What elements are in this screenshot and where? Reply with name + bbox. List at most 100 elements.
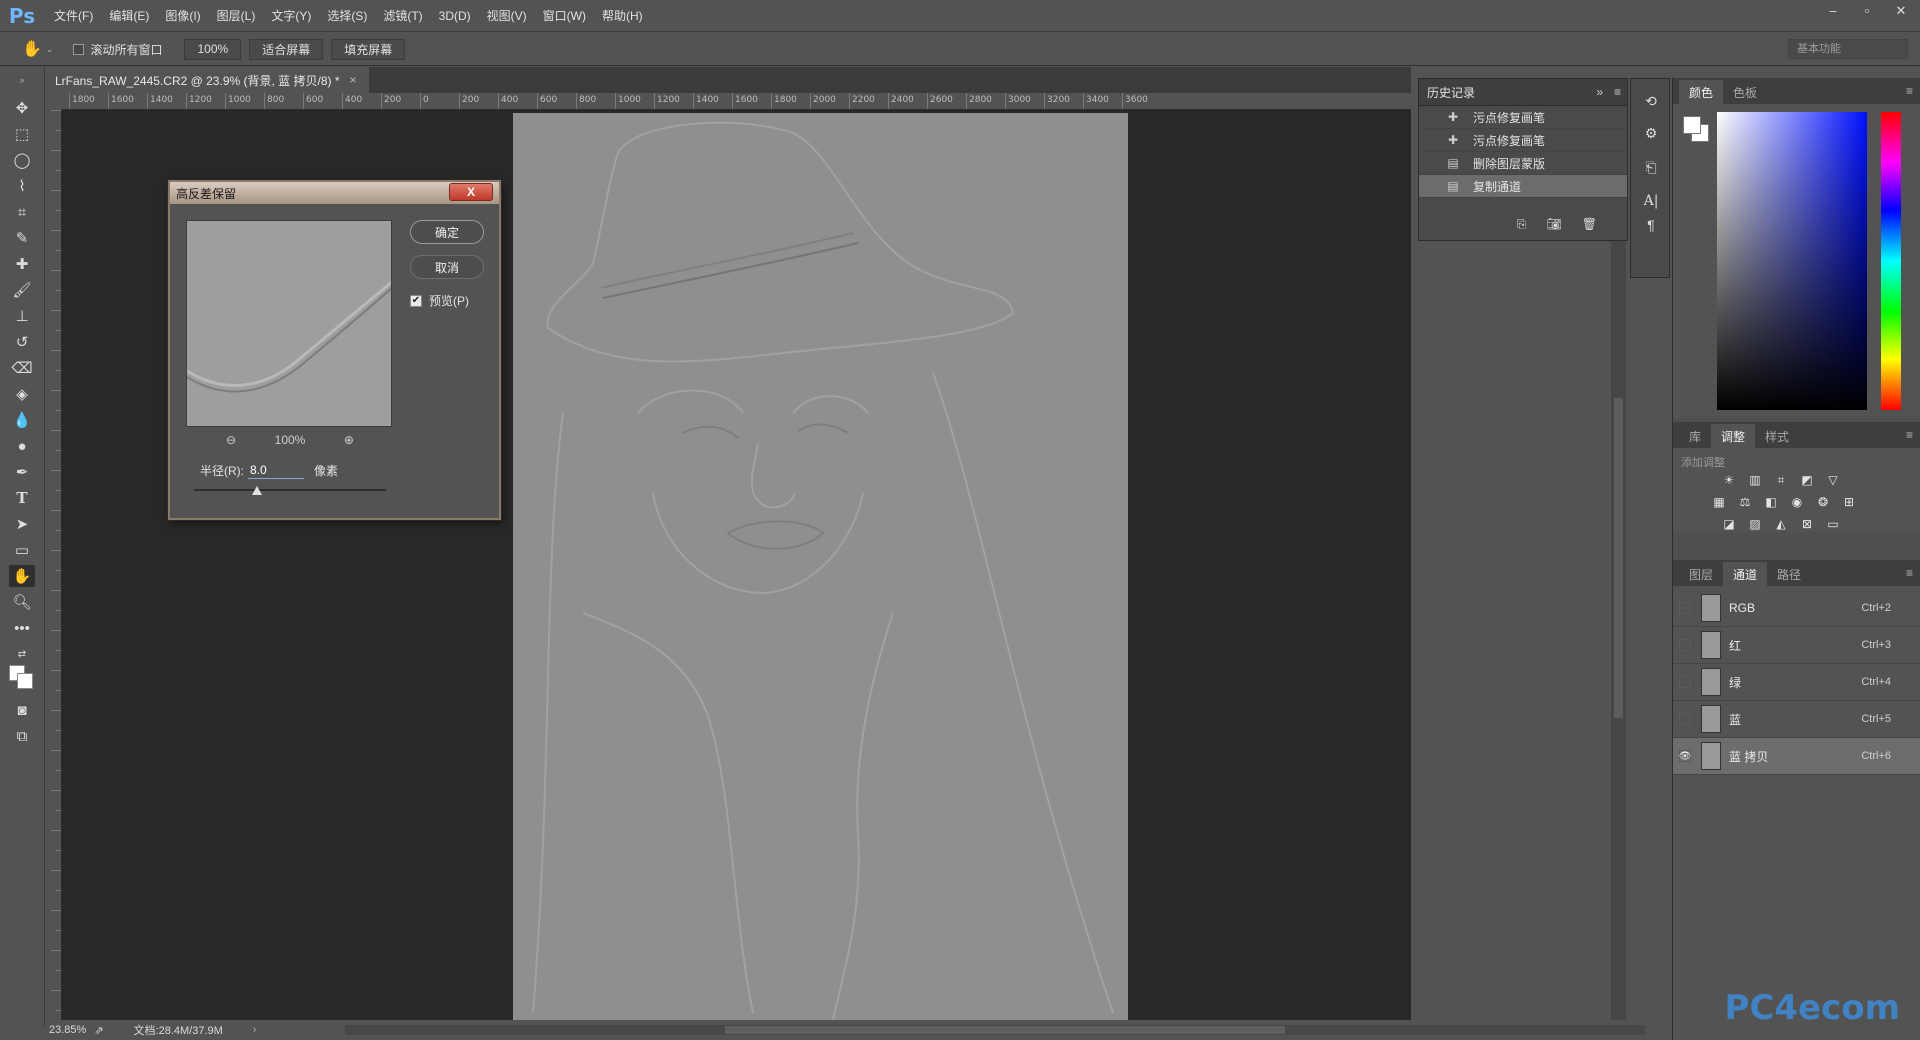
history-item[interactable]: ✚ 污点修复画笔 <box>1419 106 1627 129</box>
tab-paths[interactable]: 路径 <box>1767 562 1811 586</box>
dialog-close-button[interactable]: X <box>449 183 493 201</box>
filter-preview[interactable] <box>186 220 392 427</box>
menu-file[interactable]: 文件(F) <box>54 7 93 24</box>
delete-state-icon[interactable]: 🗑︎ <box>1582 217 1597 232</box>
close-tab-icon[interactable]: × <box>350 73 357 87</box>
stamp-tool-icon[interactable]: ⊥ <box>9 305 35 327</box>
tab-channels[interactable]: 通道 <box>1723 562 1768 586</box>
history-title[interactable]: 历史记录 <box>1427 84 1475 101</box>
history-item[interactable]: ▤ 复制通道 <box>1419 175 1627 198</box>
blur-tool-icon[interactable]: 💧 <box>9 409 35 431</box>
black-white-icon[interactable]: ◧ <box>1763 494 1779 510</box>
document-tab[interactable]: LrFans_RAW_2445.CR2 @ 23.9% (背景, 蓝 拷贝/8)… <box>45 67 369 93</box>
minimize-icon[interactable]: – <box>1822 3 1844 19</box>
menu-image[interactable]: 图像(I) <box>165 7 200 24</box>
status-arrow-icon[interactable]: › <box>253 1024 257 1036</box>
photo-filter-icon[interactable]: ◉ <box>1789 494 1805 510</box>
tab-adjustments[interactable]: 调整 <box>1711 424 1756 448</box>
menu-3d[interactable]: 3D(D) <box>439 9 471 23</box>
cancel-button[interactable]: 取消 <box>410 255 484 279</box>
zoom-level[interactable]: 23.85% <box>49 1024 86 1036</box>
radius-input[interactable] <box>248 462 304 479</box>
scroll-all-windows-option[interactable]: 滚动所有窗口 <box>73 41 162 58</box>
brightness-icon[interactable]: ☀ <box>1721 472 1737 488</box>
new-document-from-state-icon[interactable]: ⎘ <box>1517 217 1527 232</box>
threshold-icon[interactable]: ◭ <box>1773 516 1789 532</box>
posterize-icon[interactable]: ▨ <box>1747 516 1763 532</box>
pen-tool-icon[interactable]: ✒ <box>9 461 35 483</box>
vertical-scroll-thumb[interactable] <box>1614 398 1623 718</box>
rectangle-tool-icon[interactable]: ▭ <box>9 539 35 561</box>
visibility-eye-icon[interactable] <box>1679 676 1691 688</box>
snapshot-icon[interactable]: 📷︎ <box>1547 217 1562 232</box>
paragraph-panel-icon[interactable]: ¶ <box>1641 215 1661 235</box>
history-panel-icon[interactable]: ⟲ <box>1641 91 1661 111</box>
vibrance-icon[interactable]: ▽ <box>1825 472 1841 488</box>
character-panel-icon[interactable]: A| <box>1641 191 1661 211</box>
workspace-select[interactable]: 基本功能 <box>1788 39 1908 59</box>
paint-bucket-tool-icon[interactable]: ◈ <box>9 383 35 405</box>
background-color-swatch[interactable] <box>17 673 33 689</box>
menu-view[interactable]: 视图(V) <box>487 7 527 24</box>
scroll-all-checkbox[interactable] <box>73 43 85 55</box>
history-menu-icon[interactable]: ≡ <box>1614 85 1621 99</box>
restore-icon[interactable]: ▫ <box>1856 3 1878 19</box>
preview-checkbox[interactable]: ✔ <box>410 294 422 307</box>
path-select-tool-icon[interactable]: ➤ <box>9 513 35 535</box>
tab-swatches[interactable]: 色板 <box>1723 80 1767 104</box>
color-balance-icon[interactable]: ⚖ <box>1737 494 1753 510</box>
healing-brush-tool-icon[interactable]: ✚ <box>9 253 35 275</box>
menu-help[interactable]: 帮助(H) <box>602 7 643 24</box>
menu-type[interactable]: 文字(Y) <box>271 7 311 24</box>
eraser-tool-icon[interactable]: ⌫ <box>9 357 35 379</box>
color-lookup-icon[interactable]: ⊞ <box>1841 494 1857 510</box>
hand-tool-preset-icon[interactable]: ✋ <box>22 39 42 59</box>
menu-window[interactable]: 窗口(W) <box>543 7 586 24</box>
zoom-in-icon[interactable]: ⊕ <box>344 433 354 447</box>
ok-button[interactable]: 确定 <box>410 220 484 244</box>
channel-row[interactable]: RGB Ctrl+2 <box>1673 590 1920 627</box>
channel-row[interactable]: 蓝 Ctrl+5 <box>1673 701 1920 738</box>
menu-edit[interactable]: 编辑(E) <box>109 7 149 24</box>
gradient-map-icon[interactable]: ▭ <box>1825 516 1841 532</box>
tab-color[interactable]: 颜色 <box>1679 80 1724 104</box>
horizontal-scrollbar[interactable] <box>345 1025 1645 1035</box>
zoom-tool-icon[interactable]: 🔍︎ <box>9 591 35 613</box>
menu-select[interactable]: 选择(S) <box>327 7 367 24</box>
selective-color-icon[interactable]: ⊠ <box>1799 516 1815 532</box>
channel-row[interactable]: 👁︎ 蓝 拷贝 Ctrl+6 <box>1673 738 1920 775</box>
channel-row[interactable]: 红 Ctrl+3 <box>1673 627 1920 664</box>
preview-option[interactable]: ✔ 预览(P) <box>410 292 469 309</box>
foreground-swatch[interactable] <box>1683 116 1701 134</box>
lasso-tool-icon[interactable]: ◯ <box>9 149 35 171</box>
collapse-toolbar-icon[interactable]: » <box>9 69 35 91</box>
color-picker-field[interactable] <box>1717 112 1867 410</box>
screen-mode-icon[interactable]: ⧉ <box>9 725 35 747</box>
dodge-tool-icon[interactable]: ● <box>9 435 35 457</box>
quick-mask-icon[interactable]: ◙ <box>9 699 35 721</box>
more-tools-icon[interactable]: ••• <box>9 617 35 639</box>
visibility-eye-icon[interactable] <box>1679 639 1691 651</box>
history-brush-tool-icon[interactable]: ↺ <box>9 331 35 353</box>
hue-saturation-icon[interactable]: ▦ <box>1711 494 1727 510</box>
swap-colors-icon[interactable]: ⇄ <box>9 643 35 665</box>
channel-row[interactable]: 绿 Ctrl+4 <box>1673 664 1920 701</box>
horizontal-scroll-thumb[interactable] <box>725 1026 1285 1034</box>
export-icon[interactable]: ⇗ <box>94 1024 103 1037</box>
close-window-icon[interactable]: ✕ <box>1890 3 1912 19</box>
radius-slider[interactable] <box>194 486 386 495</box>
history-item[interactable]: ✚ 污点修复画笔 <box>1419 129 1627 152</box>
channel-mixer-icon[interactable]: ❂ <box>1815 494 1831 510</box>
fill-screen-button[interactable]: 填充屏幕 <box>331 38 406 60</box>
clone-source-icon[interactable]: ⎗ <box>1641 157 1661 177</box>
fit-screen-button[interactable]: 适合屏幕 <box>249 38 324 60</box>
tab-layers[interactable]: 图层 <box>1679 562 1723 586</box>
exposure-icon[interactable]: ◩ <box>1799 472 1815 488</box>
levels-icon[interactable]: ▥ <box>1747 472 1763 488</box>
channels-panel-menu-icon[interactable]: ≡ <box>1906 566 1913 580</box>
marquee-tool-icon[interactable]: ⬚ <box>9 123 35 145</box>
visibility-eye-icon[interactable] <box>1679 602 1691 614</box>
quick-select-tool-icon[interactable]: ⌇ <box>9 175 35 197</box>
curves-icon[interactable]: ⌗ <box>1773 472 1789 488</box>
invert-icon[interactable]: ◪ <box>1721 516 1737 532</box>
